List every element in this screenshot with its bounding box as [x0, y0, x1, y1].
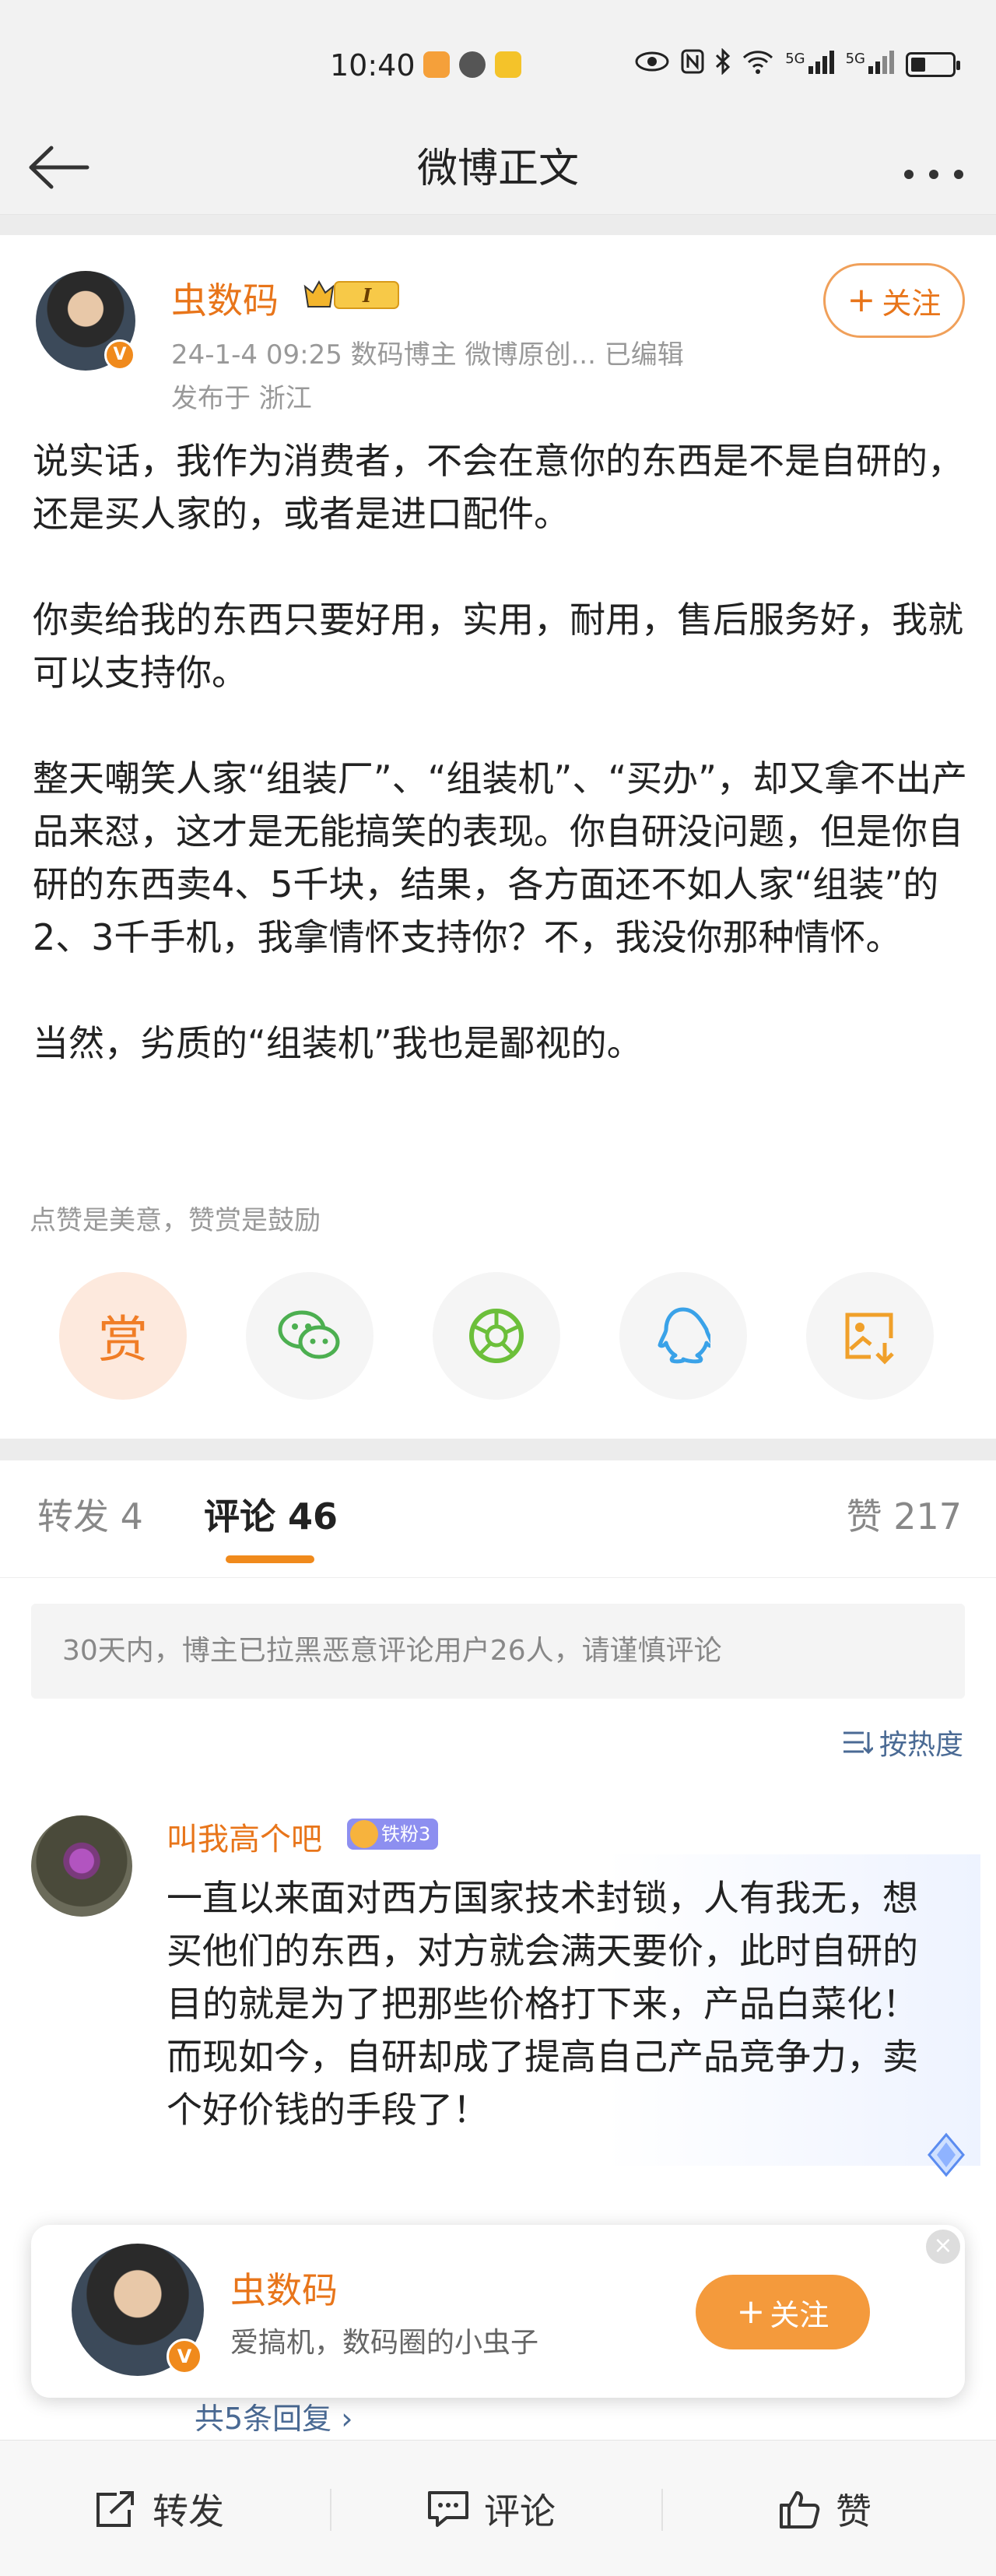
eye-icon: [634, 50, 670, 79]
status-right: 5G 5G: [634, 47, 960, 81]
divider: [0, 1577, 996, 1578]
fan-crown-icon: [350, 1820, 378, 1848]
nav-bar: 微博正文: [0, 117, 996, 215]
level-badge-text: I: [362, 284, 372, 307]
app-orange-icon: [423, 51, 450, 78]
nfc-icon: [681, 49, 704, 80]
wechat-icon: [278, 1310, 340, 1359]
card-author-name[interactable]: 虫数码: [230, 2262, 338, 2314]
section-gap: [0, 215, 996, 235]
card-author-desc: 爱搞机，数码圈的小虫子: [230, 2327, 539, 2359]
reward-button[interactable]: 赏: [59, 1272, 187, 1400]
fan-badge: 铁粉3: [347, 1819, 439, 1850]
battery-icon: [906, 52, 960, 77]
save-image-icon: [845, 1313, 894, 1365]
verified-icon: V: [104, 339, 135, 371]
card-follow-label: 关注: [770, 2297, 829, 2332]
signal-icon: [868, 49, 895, 80]
more-dots-icon[interactable]: [903, 149, 965, 189]
chat-bubble-icon: [459, 51, 486, 78]
post-paragraph: 当然，劣质的“组装机”我也是鄙视的。: [33, 1022, 643, 1064]
bottom-action-bar: 转发 评论 赞: [0, 2440, 996, 2576]
network-5g-label-2: 5G: [845, 50, 865, 67]
follow-label: 关注: [882, 286, 942, 321]
like-label: 赞: [836, 2490, 872, 2532]
comment-button[interactable]: 评论: [426, 2441, 556, 2576]
moments-share-button[interactable]: [433, 1272, 560, 1400]
commenter-avatar[interactable]: [31, 1815, 132, 1917]
tab-active-indicator: [226, 1555, 314, 1563]
bluetooth-icon: [715, 47, 731, 81]
post-location: 发布于 浙江: [171, 383, 312, 414]
repost-button[interactable]: 转发: [93, 2441, 224, 2576]
weibo-post-page: 10:40 5G 5G 微博正文 V 虫数码 I 24-1-4 09:25 数码…: [0, 0, 996, 2576]
post-paragraph: 整天嘲笑人家“组装厂”、“组装机”、“买办”，却又拿不出产品来怼，这才是无能搞笑…: [33, 757, 967, 958]
page-title: 微博正文: [416, 146, 579, 192]
plus-icon: +: [736, 2292, 766, 2332]
signal-icon: [808, 49, 835, 80]
comment-label: 评论: [484, 2490, 556, 2532]
post-paragraph: 说实话，我作为消费者，不会在意你的东西是不是自研的，还是买人家的，或者是进口配件…: [33, 440, 963, 535]
tab-repost[interactable]: 转发 4: [37, 1488, 143, 1540]
section-gap: [0, 1439, 996, 1460]
status-time: 10:40: [330, 48, 416, 83]
close-icon[interactable]: ×: [926, 2230, 960, 2264]
post-content: 说实话，我作为消费者，不会在意你的东西是不是自研的，还是买人家的，或者是进口配件…: [33, 434, 974, 1070]
follow-button[interactable]: + 关注: [823, 263, 965, 338]
comment-notice: 30天内，博主已拉黑恶意评论用户26人，请谨慎评论: [31, 1604, 965, 1699]
repost-label: 转发: [153, 2490, 224, 2532]
divider: [330, 2489, 331, 2531]
sort-icon: [843, 1731, 873, 1755]
reward-label: 赏: [98, 1312, 148, 1369]
plus-icon: +: [847, 280, 876, 320]
post-paragraph: 你卖给我的东西只要好用，实用，耐用，售后服务好，我就可以支持你。: [33, 599, 963, 694]
card-avatar[interactable]: V: [72, 2244, 204, 2376]
sort-label: 按热度: [879, 1729, 963, 1761]
moments-icon: [469, 1309, 524, 1363]
diamond-icon: [921, 2130, 971, 2180]
qq-share-button[interactable]: [619, 1272, 747, 1400]
wifi-icon: [742, 48, 774, 81]
comment-icon: [428, 2490, 468, 2527]
comment-text[interactable]: 一直以来面对西方国家技术封锁，人有我无，想买他们的东西，对方就会满天要价，此时自…: [167, 1871, 952, 2136]
repost-icon: [96, 2490, 134, 2527]
fan-badge-label: 铁粉3: [381, 1823, 431, 1845]
share-row: 赏: [0, 1272, 996, 1404]
view-replies-link[interactable]: 共5条回复 ›: [195, 2395, 352, 2437]
wechat-share-button[interactable]: [246, 1272, 374, 1400]
tab-comments[interactable]: 评论 46: [204, 1488, 338, 1540]
qq-icon: [658, 1307, 710, 1364]
vip-crown-icon: I: [302, 276, 402, 313]
post-meta: 24-1-4 09:25 数码博主 微博原创... 已编辑: [171, 339, 684, 371]
author-avatar[interactable]: V: [36, 271, 135, 371]
like-button[interactable]: 赞: [778, 2441, 872, 2576]
thumb-up-icon: [780, 2490, 820, 2529]
tab-likes[interactable]: 赞 217: [847, 1488, 962, 1540]
save-image-button[interactable]: [806, 1272, 934, 1400]
reward-tip: 点赞是美意，赞赏是鼓励: [30, 1205, 321, 1236]
network-5g-label: 5G: [785, 50, 805, 67]
card-follow-button[interactable]: + 关注: [696, 2275, 870, 2349]
verified-icon: V: [167, 2339, 202, 2374]
commenter-name[interactable]: 叫我高个吧: [167, 1814, 322, 1859]
divider: [661, 2489, 663, 2531]
sort-button[interactable]: 按热度: [842, 1722, 963, 1762]
status-bar: 10:40 5G 5G: [0, 0, 996, 117]
author-name[interactable]: 虫数码: [171, 272, 279, 324]
mail-icon: [495, 51, 521, 78]
